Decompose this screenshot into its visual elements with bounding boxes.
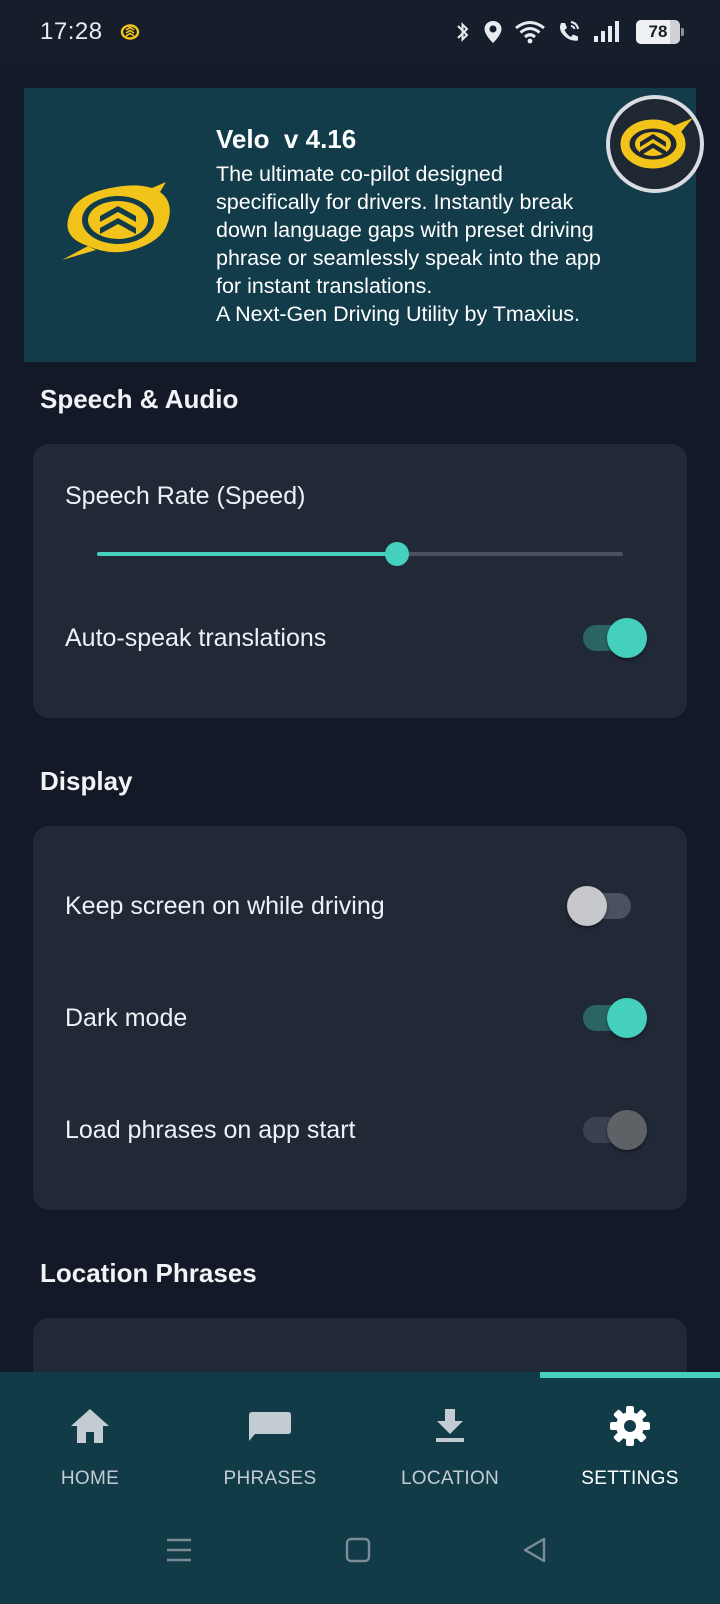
signal-icon [594, 21, 619, 42]
display-card: Keep screen on while driving Dark mode L… [33, 826, 687, 1210]
active-tab-indicator [540, 1372, 720, 1378]
app-info-banner: Velo v 4.16 The ultimate co-pilot design… [24, 88, 704, 362]
description-line: specifically for drivers. Instantly brea… [216, 190, 574, 214]
app-description: The ultimate co-pilot designed specifica… [216, 160, 676, 328]
description-line: phrase or seamlessly speak into the app [216, 246, 601, 270]
gear-icon [610, 1406, 650, 1446]
toggle-thumb [607, 1110, 647, 1150]
nav-item-settings[interactable]: SETTINGS [540, 1402, 720, 1502]
load-phrases-label: Load phrases on app start [65, 1116, 356, 1144]
description-line: for instant translations. [216, 274, 433, 298]
system-navigation-bar [0, 1530, 720, 1590]
speech-audio-card: Speech Rate (Speed) Auto-speak translati… [33, 444, 687, 718]
bottom-navigation: HOME PHRASES LOCATION SETTINGS [0, 1372, 720, 1604]
dark-mode-toggle[interactable] [583, 998, 647, 1038]
section-title-display: Display [40, 766, 133, 796]
nav-label: PHRASES [223, 1468, 317, 1489]
menu-lines-icon [167, 1538, 191, 1562]
auto-speak-toggle[interactable] [583, 618, 647, 658]
location-pin-icon [484, 21, 502, 43]
download-icon [436, 1409, 464, 1442]
keep-screen-on-label: Keep screen on while driving [65, 892, 385, 920]
description-line: A Next-Gen Driving Utility by Tmaxius. [216, 302, 581, 326]
section-title-location-phrases: Location Phrases [40, 1258, 257, 1288]
status-time: 17:28 [40, 18, 103, 45]
home-icon [71, 1409, 109, 1443]
status-icons: 78 [454, 19, 684, 45]
description-line: The ultimate co-pilot designed [216, 162, 503, 186]
nav-label: HOME [60, 1468, 120, 1489]
description-line: down language gaps with preset driving [216, 218, 594, 242]
keep-screen-on-toggle[interactable] [567, 886, 631, 926]
toggle-thumb [567, 886, 607, 926]
slider-active-track [97, 552, 397, 556]
wifi-calling-icon [560, 21, 579, 41]
nav-item-phrases[interactable]: PHRASES [180, 1402, 360, 1502]
status-bar: 17:28 78 [0, 0, 720, 64]
speech-rate-label: Speech Rate (Speed) [65, 482, 306, 510]
toggle-thumb [607, 998, 647, 1038]
nav-label: SETTINGS [581, 1468, 679, 1489]
square-icon [345, 1537, 371, 1563]
bluetooth-icon [457, 22, 469, 42]
app-title: Velo v 4.16 [216, 124, 357, 154]
recent-apps-icon[interactable] [159, 1530, 199, 1570]
nav-item-location[interactable]: LOCATION [360, 1402, 540, 1502]
slider-thumb[interactable] [384, 542, 409, 566]
auto-speak-label: Auto-speak translations [65, 624, 327, 652]
battery-level: 78 [648, 22, 668, 41]
battery-icon: 78 [636, 20, 684, 44]
wifi-icon [515, 21, 545, 44]
velo-logo-icon [62, 182, 170, 260]
chat-bubble-icon [249, 1412, 291, 1441]
nav-item-home[interactable]: HOME [0, 1402, 180, 1502]
speech-rate-slider[interactable] [97, 542, 623, 566]
nav-label: LOCATION [400, 1468, 500, 1489]
back-triangle-icon [523, 1537, 546, 1563]
section-title-speech-audio: Speech & Audio [40, 384, 239, 414]
toggle-thumb [607, 618, 647, 658]
back-system-button[interactable] [515, 1530, 555, 1570]
load-phrases-toggle[interactable] [583, 1110, 647, 1150]
home-system-button[interactable] [338, 1530, 378, 1570]
app-notification-icon [120, 24, 139, 40]
dark-mode-label: Dark mode [65, 1004, 188, 1032]
